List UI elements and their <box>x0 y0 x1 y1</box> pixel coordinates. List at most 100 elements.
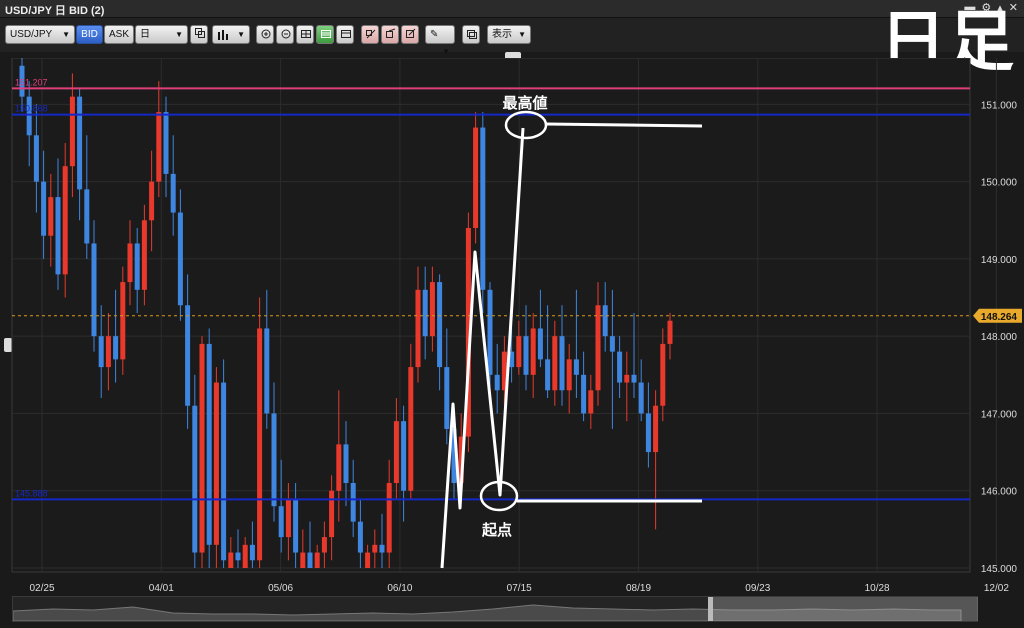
candle-body <box>213 382 219 545</box>
candle-body <box>588 390 594 414</box>
y-tick-label: 148.000 <box>981 332 1018 343</box>
start-label: 起点 <box>481 521 512 539</box>
candle-body <box>386 483 392 553</box>
symbol-select[interactable]: USD/JPY ▼ <box>5 25 75 44</box>
x-tick-label: 04/01 <box>149 583 174 594</box>
bid-button[interactable]: BID <box>76 25 103 44</box>
navigator-grip[interactable] <box>708 597 713 621</box>
draw-tool-button-2[interactable] <box>381 25 399 44</box>
candle-body <box>343 444 349 483</box>
candle-body <box>545 359 551 391</box>
navigator-bar[interactable] <box>12 596 978 622</box>
candle-body <box>149 181 155 221</box>
split-view-button[interactable] <box>296 25 314 44</box>
level-line-label: 145.888 <box>15 488 48 498</box>
candle-body <box>127 243 133 283</box>
candle-body <box>602 305 608 337</box>
candle-body <box>105 336 111 368</box>
zoom-out-icon <box>281 29 291 39</box>
screenshot-button[interactable] <box>462 25 480 44</box>
candle-body <box>437 282 443 368</box>
candle-body <box>422 289 428 337</box>
candle-body <box>84 189 90 244</box>
candle-body <box>372 544 378 553</box>
copy-icon <box>195 28 205 38</box>
window-icon <box>341 30 351 38</box>
candle-body <box>530 328 536 375</box>
candle-body <box>523 336 529 375</box>
candle-body <box>321 537 327 553</box>
chevron-down-icon: ▼ <box>175 30 183 39</box>
symbol-value: USD/JPY <box>10 29 53 40</box>
chart-type-select[interactable]: ▼ <box>212 25 250 44</box>
candle-body <box>199 343 205 553</box>
candle-body <box>631 374 637 383</box>
candle-body <box>62 166 68 275</box>
candle-body <box>653 405 659 453</box>
candle-body <box>487 289 493 375</box>
x-tick-label: 10/28 <box>865 583 890 594</box>
display-label: 表示 <box>492 29 512 40</box>
chevron-down-icon: ▼ <box>237 30 245 39</box>
candle-body <box>624 374 630 383</box>
window-title: USD/JPY 日 BID (2) <box>5 5 105 17</box>
candle-body <box>185 305 191 406</box>
candle-body <box>379 544 385 553</box>
candle-body <box>645 413 651 453</box>
price-chart: 151.207 150.868 145.888 148.264 151.000 150.… <box>11 58 1022 594</box>
window-layout-button[interactable] <box>336 25 354 44</box>
candle-body <box>249 544 255 561</box>
x-tick-label: 06/10 <box>387 583 412 594</box>
display-menu[interactable]: 表示 ▼ <box>487 25 531 44</box>
timeframe-select[interactable]: 日 ▼ <box>135 25 188 44</box>
x-tick-label: 07/15 <box>507 583 532 594</box>
candle-body <box>350 483 356 522</box>
ask-button[interactable]: ASK <box>104 25 134 44</box>
candle-body <box>595 305 601 391</box>
candle-body <box>329 490 335 538</box>
candle-body <box>120 282 126 360</box>
candle-body <box>228 552 234 568</box>
draw-tool-button-3[interactable] <box>401 25 419 44</box>
zoom-in-button[interactable] <box>256 25 274 44</box>
y-tick-label: 147.000 <box>981 409 1018 420</box>
x-tick-label: 08/19 <box>626 583 651 594</box>
candle-body <box>365 552 371 568</box>
candle-body <box>307 552 313 568</box>
candle-body <box>242 544 248 568</box>
candle-body <box>300 552 306 568</box>
candle-body <box>55 197 61 275</box>
candle-body <box>170 173 176 213</box>
candle-body <box>278 506 284 538</box>
x-tick-label: 09/23 <box>745 583 770 594</box>
candle-body <box>609 336 615 352</box>
x-tick-label: 05/06 <box>268 583 293 594</box>
candle-body <box>163 112 169 174</box>
pen-tool-select[interactable]: ✎ ▼ <box>425 25 455 56</box>
candle-body <box>559 336 565 391</box>
candle-body <box>537 328 543 360</box>
candle-body <box>156 112 162 182</box>
candle-body <box>33 135 39 182</box>
x-tick-label: 02/25 <box>29 583 54 594</box>
grid-toggle-button[interactable] <box>316 25 334 44</box>
zoom-out-button[interactable] <box>276 25 294 44</box>
navigator-selection[interactable] <box>710 597 978 621</box>
candle-body <box>41 181 47 236</box>
delete-drawing-icon <box>406 28 416 38</box>
candle-body <box>357 521 363 553</box>
candle-body <box>141 220 147 290</box>
candle-body <box>638 382 644 414</box>
candle-body <box>314 552 320 568</box>
y-tick-label: 150.000 <box>981 178 1018 189</box>
link-windows-button[interactable] <box>190 25 208 44</box>
level-line-label: 150.868 <box>15 104 48 114</box>
draw-tool-button-1[interactable] <box>361 25 379 44</box>
draw-line-icon <box>366 29 376 39</box>
y-axis: 151.000 150.000 149.000 148.000 147.000 146.0… <box>981 100 1018 575</box>
candle-body <box>494 374 500 391</box>
candle-body <box>667 320 673 344</box>
split-view-icon <box>301 30 311 38</box>
candle-body <box>285 498 291 538</box>
candle-body <box>91 243 97 337</box>
